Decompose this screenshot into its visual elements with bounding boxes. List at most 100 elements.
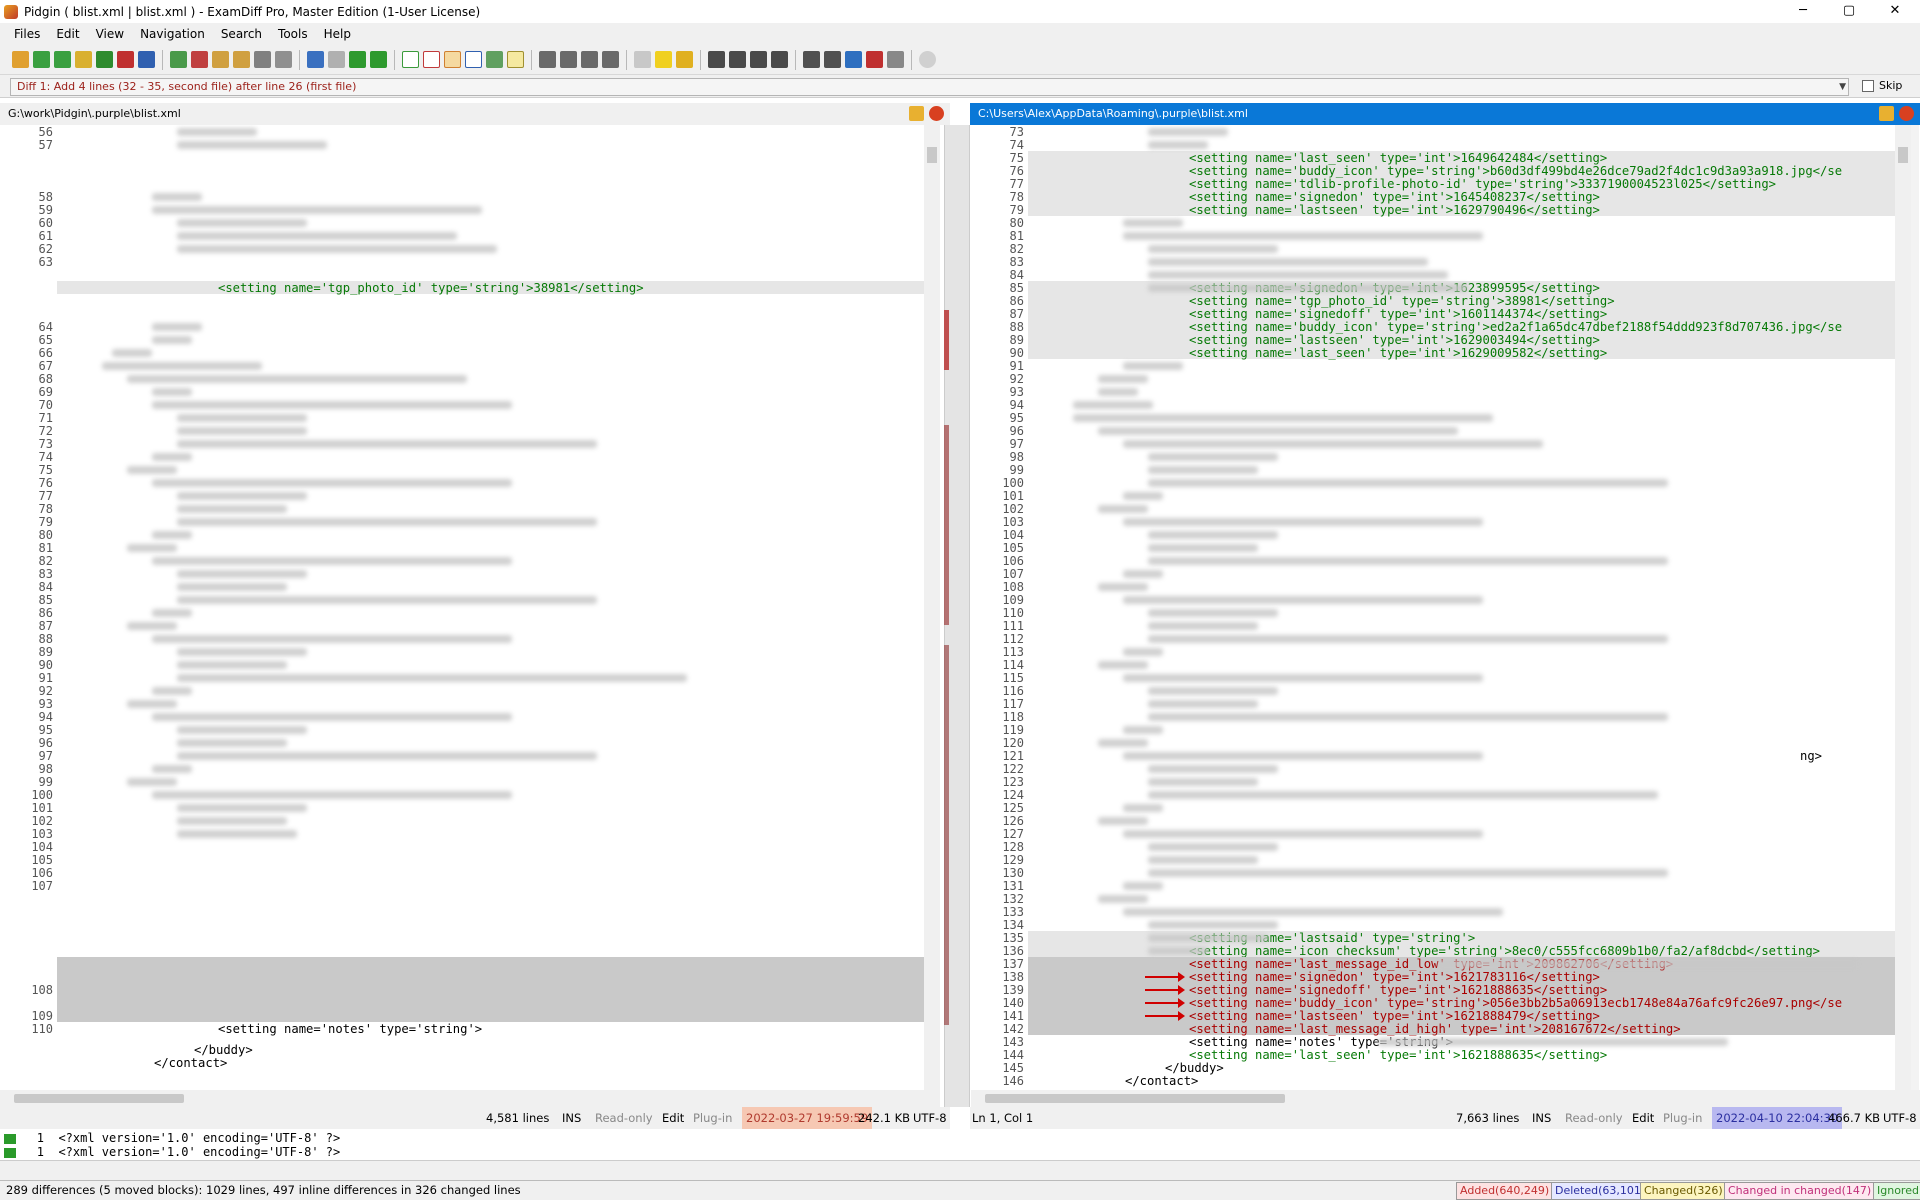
menu-files[interactable]: Files	[6, 27, 48, 41]
legend-changed[interactable]: Changed(326)	[1640, 1182, 1727, 1200]
code-line-88[interactable]: <setting name='buddy_icon' type='string'…	[1028, 320, 1895, 334]
next-diff-icon[interactable]	[349, 51, 366, 68]
left-file-header[interactable]: G:\work\Pidgin\.purple\blist.xml	[0, 103, 950, 125]
filter-add-icon[interactable]	[560, 51, 577, 68]
bookmark-icon[interactable]	[655, 51, 672, 68]
right-file-header[interactable]: C:\Users\Alex\AppData\Roaming\.purple\bl…	[970, 103, 1920, 125]
right-edit[interactable]: Edit	[1632, 1107, 1654, 1129]
code-line-144[interactable]: <setting name='last_seen' type='int'>162…	[1028, 1048, 1895, 1062]
checkbox-icon[interactable]	[1862, 79, 1874, 92]
code-line-109[interactable]: </buddy>	[57, 1043, 924, 1057]
open-icon[interactable]	[12, 51, 29, 68]
find-icon[interactable]	[708, 51, 725, 68]
open-file-icon[interactable]	[1879, 106, 1894, 121]
save-right-icon[interactable]	[117, 51, 134, 68]
open-file-icon[interactable]	[909, 106, 924, 121]
filter-clear-icon[interactable]	[602, 51, 619, 68]
diff-selector[interactable]: Diff 1: Add 4 lines (32 - 35, second fil…	[10, 78, 1849, 96]
prev-diff-icon[interactable]	[370, 51, 387, 68]
code-line-79[interactable]: <setting name='lastseen' type='int'>1629…	[1028, 203, 1895, 217]
find-next-icon[interactable]	[729, 51, 746, 68]
minimize-button[interactable]: ─	[1780, 0, 1826, 23]
browse-icon[interactable]	[1899, 106, 1914, 121]
edit-left-icon[interactable]	[170, 51, 187, 68]
left-readonly[interactable]: Read-only	[595, 1107, 653, 1129]
filter-del-icon[interactable]	[581, 51, 598, 68]
save-icon[interactable]	[96, 51, 113, 68]
code-line-110[interactable]: </contact>	[57, 1056, 924, 1070]
code-line-142[interactable]: <setting name='last_message_id_high' typ…	[1028, 1022, 1895, 1036]
copy-right-icon[interactable]	[233, 51, 250, 68]
code-line-90[interactable]: <setting name='last_seen' type='int'>162…	[1028, 346, 1895, 360]
legend-added[interactable]: Added(640,249)	[1456, 1182, 1554, 1200]
check-icon[interactable]	[507, 51, 524, 68]
code-line-108[interactable]: <setting name='notes' type='string'>	[57, 1022, 924, 1036]
view-grid-icon[interactable]	[465, 51, 482, 68]
menu-view[interactable]: View	[88, 27, 132, 41]
right-plugin[interactable]: Plug-in	[1663, 1107, 1702, 1129]
redo-icon[interactable]	[328, 51, 345, 68]
refresh-icon[interactable]	[33, 51, 50, 68]
menu-help[interactable]: Help	[316, 27, 359, 41]
columns-icon[interactable]	[803, 51, 820, 68]
lines-icon[interactable]	[824, 51, 841, 68]
code-line-76[interactable]: <setting name='buddy_icon' type='string'…	[1028, 164, 1895, 178]
code-line-145[interactable]: </buddy>	[1028, 1061, 1895, 1075]
legend-ignored[interactable]: Ignored	[1873, 1182, 1920, 1200]
right-readonly[interactable]: Read-only	[1565, 1107, 1623, 1129]
legend-deleted[interactable]: Deleted(63,101)	[1551, 1182, 1650, 1200]
edit-right-icon[interactable]	[191, 51, 208, 68]
left-text-pane[interactable]: 56 57 58 59 60 61 62 63 64 65 66 67 68 69 70 71 72 73 74 75…	[14, 125, 924, 1090]
menu-navigation[interactable]: Navigation	[132, 27, 213, 41]
code-line-146[interactable]: </contact>	[1028, 1074, 1895, 1088]
close-button[interactable]: ✕	[1872, 0, 1918, 23]
left-horizontal-scrollbar[interactable]	[0, 1090, 940, 1107]
menu-search[interactable]: Search	[213, 27, 270, 41]
plugins-icon[interactable]	[845, 51, 862, 68]
code-line-86[interactable]: <setting name='tgp_photo_id' type='strin…	[1028, 294, 1895, 308]
menu-tools[interactable]: Tools	[270, 27, 316, 41]
right-horizontal-scrollbar[interactable]	[971, 1090, 1920, 1107]
code-line-77[interactable]: <setting name='tdlib-profile-photo-id' t…	[1028, 177, 1895, 191]
chevron-down-icon[interactable]: ▼	[1839, 79, 1846, 95]
view-right-icon[interactable]	[423, 51, 440, 68]
code-line-75[interactable]: <setting name='last_seen' type='int'>164…	[1028, 151, 1895, 165]
view-left-icon[interactable]	[402, 51, 419, 68]
code-line-89[interactable]: <setting name='lastseen' type='int'>1629…	[1028, 333, 1895, 347]
line-compare-left[interactable]: 1 <?xml version='1.0' encoding='UTF-8' ?…	[0, 1131, 1920, 1145]
move-down-icon[interactable]	[676, 51, 693, 68]
line-number: 102	[1002, 502, 1024, 516]
left-edit[interactable]: Edit	[662, 1107, 684, 1129]
print-icon[interactable]	[254, 51, 271, 68]
legend-changed-in-changed[interactable]: Changed in changed(147)	[1724, 1182, 1876, 1200]
line-compare-right[interactable]: 1 <?xml version='1.0' encoding='UTF-8' ?…	[0, 1145, 1920, 1159]
replace-icon[interactable]	[771, 51, 788, 68]
move-up-icon[interactable]	[634, 51, 651, 68]
left-vertical-scrollbar[interactable]	[924, 125, 940, 1090]
right-vertical-scrollbar[interactable]	[1895, 125, 1911, 1090]
left-ins-mode[interactable]: INS	[562, 1107, 581, 1129]
restore-button[interactable]: ▢	[1826, 0, 1872, 23]
gear-icon[interactable]	[919, 51, 936, 68]
menu-edit[interactable]: Edit	[48, 27, 87, 41]
right-ins-mode[interactable]: INS	[1532, 1107, 1551, 1129]
help-icon[interactable]	[887, 51, 904, 68]
right-text-pane[interactable]: 73 74 75 76 77 78 79 80 81 82 83 84 85 86 87 88 89 90 91 92…	[985, 125, 1895, 1090]
recompare-icon[interactable]	[54, 51, 71, 68]
undo-icon[interactable]	[307, 51, 324, 68]
filter-icon[interactable]	[539, 51, 556, 68]
folder-icon[interactable]	[75, 51, 92, 68]
browse-icon[interactable]	[929, 106, 944, 121]
left-plugin[interactable]: Plug-in	[693, 1107, 732, 1129]
preview-icon[interactable]	[275, 51, 292, 68]
code-line-87[interactable]: <setting name='signedoff' type='int'>160…	[1028, 307, 1895, 321]
find-prev-icon[interactable]	[750, 51, 767, 68]
copy-left-icon[interactable]	[212, 51, 229, 68]
save-all-icon[interactable]	[138, 51, 155, 68]
code-line-63[interactable]: <setting name='tgp_photo_id' type='strin…	[57, 281, 924, 295]
code-line-78[interactable]: <setting name='signedon' type='int'>1645…	[1028, 190, 1895, 204]
view-both-icon[interactable]	[444, 51, 461, 68]
options-icon[interactable]	[866, 51, 883, 68]
skip-checkbox[interactable]: Skip	[1862, 79, 1902, 92]
view-sync-icon[interactable]	[486, 51, 503, 68]
